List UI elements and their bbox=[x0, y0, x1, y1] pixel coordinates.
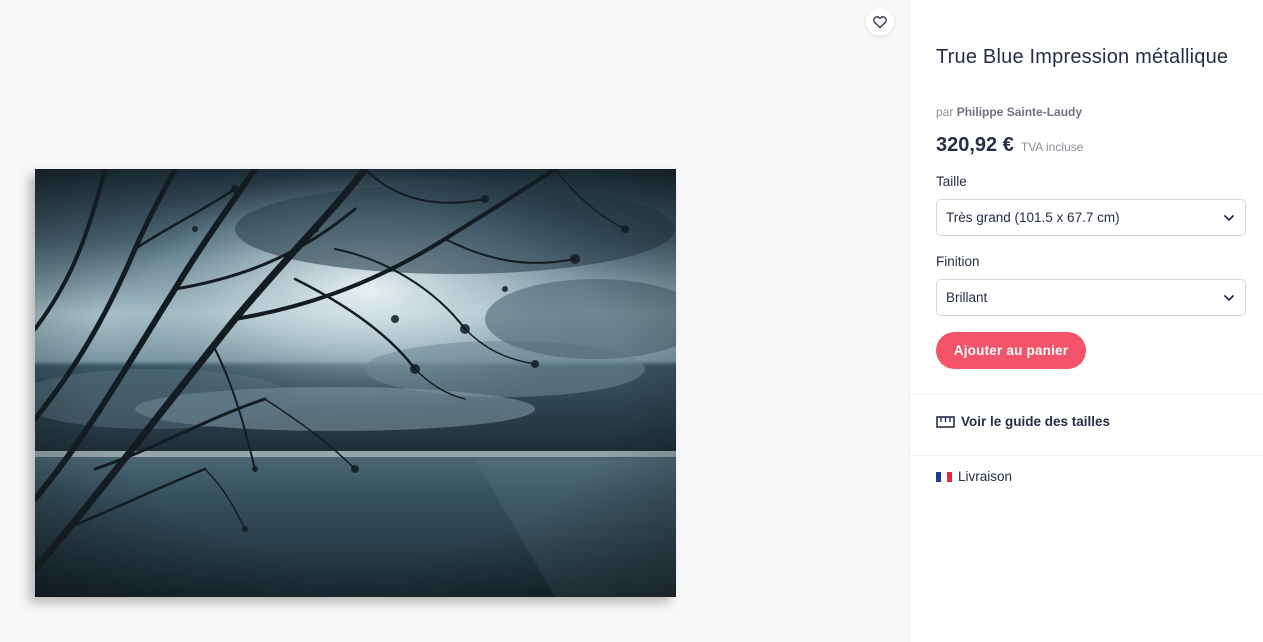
finish-label: Finition bbox=[936, 254, 980, 269]
price-row: 320,92 € TVA incluse bbox=[936, 134, 1083, 157]
size-guide-label: Voir le guide des tailles bbox=[961, 414, 1111, 429]
finish-selected-value: Brillant bbox=[946, 290, 988, 305]
product-title: True Blue Impression métallique bbox=[936, 46, 1229, 68]
finish-select[interactable]: Brillant bbox=[936, 279, 1246, 316]
artist-link[interactable]: Philippe Sainte-Laudy bbox=[957, 105, 1082, 119]
divider bbox=[910, 394, 1263, 395]
shipping-label: Livraison bbox=[958, 469, 1013, 484]
heart-icon bbox=[873, 16, 887, 29]
size-select[interactable]: Très grand (101.5 x 67.7 cm) bbox=[936, 199, 1246, 236]
artwork-image[interactable] bbox=[35, 169, 676, 597]
divider bbox=[910, 455, 1263, 456]
chevron-down-icon bbox=[1224, 295, 1234, 301]
product-price: 320,92 € bbox=[936, 134, 1014, 156]
size-label: Taille bbox=[936, 174, 967, 189]
chevron-down-icon bbox=[1224, 215, 1234, 221]
favorite-button[interactable] bbox=[866, 8, 894, 36]
ruler-icon bbox=[936, 415, 955, 428]
size-selected-value: Très grand (101.5 x 67.7 cm) bbox=[946, 210, 1120, 225]
size-guide-link[interactable]: Voir le guide des tailles bbox=[936, 414, 1110, 429]
artist-byline: par Philippe Sainte-Laudy bbox=[936, 105, 1082, 119]
product-preview-area bbox=[0, 0, 909, 642]
vat-note: TVA incluse bbox=[1020, 140, 1084, 154]
artwork-photo bbox=[35, 169, 676, 597]
by-prefix: par bbox=[936, 105, 954, 119]
product-page: True Blue Impression métallique par Phil… bbox=[0, 0, 1263, 642]
france-flag-icon bbox=[936, 471, 952, 482]
add-to-cart-button[interactable]: Ajouter au panier bbox=[936, 332, 1086, 369]
shipping-link[interactable]: Livraison bbox=[936, 469, 1012, 484]
product-details-panel: True Blue Impression métallique par Phil… bbox=[909, 0, 1263, 642]
